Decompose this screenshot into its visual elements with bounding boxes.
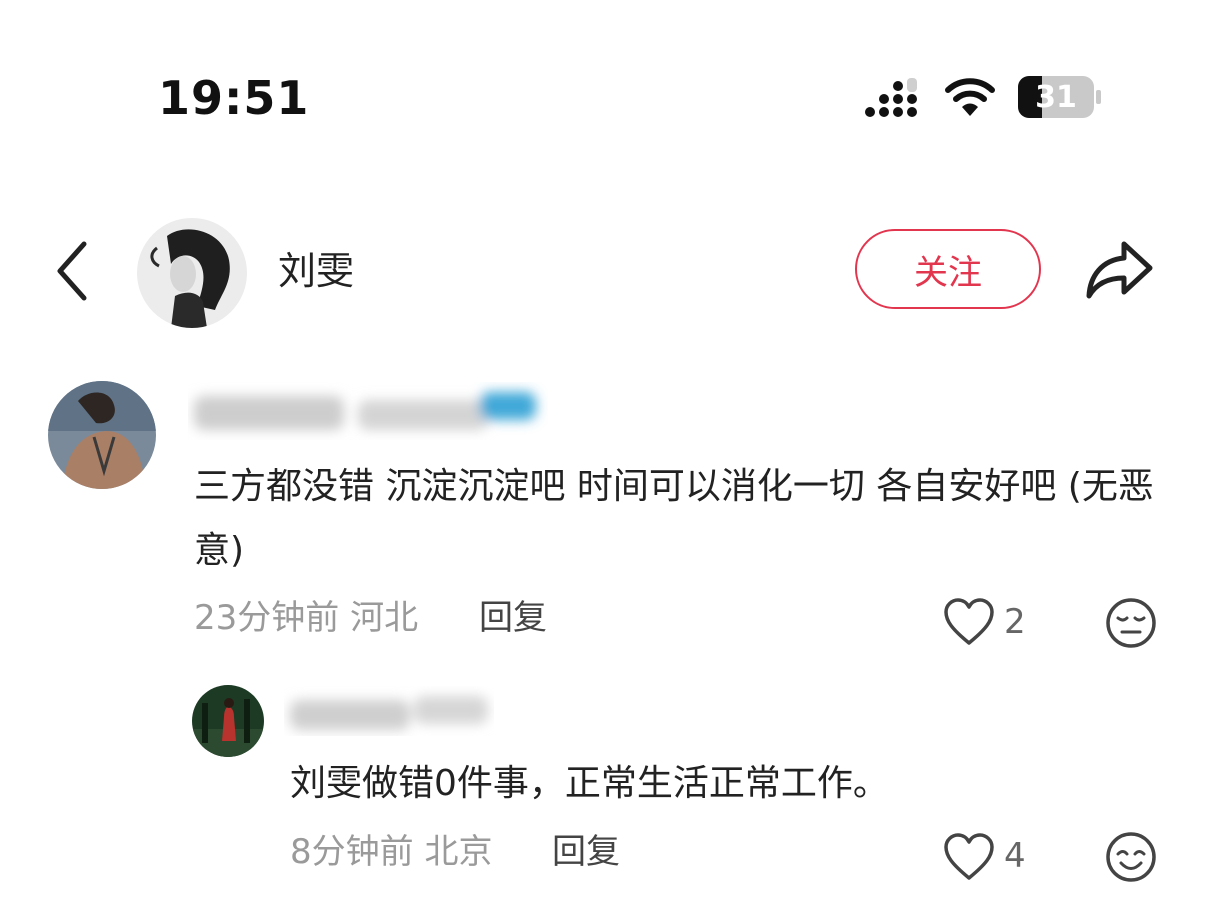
reply-reply-button[interactable]: 回复 — [552, 828, 620, 876]
battery-level: 31 — [1035, 79, 1077, 115]
reply-avatar[interactable] — [192, 685, 264, 757]
blurred-reply-username — [290, 696, 488, 730]
commenter-avatar[interactable] — [48, 381, 156, 489]
battery-icon: 31 — [1018, 76, 1102, 118]
follow-button[interactable]: 关注 — [855, 229, 1041, 309]
heart-icon[interactable] — [942, 597, 996, 647]
comment-text: 三方都没错 沉淀沉淀吧 时间可以消化一切 各自安好吧 (无恶意) — [194, 466, 1154, 571]
reply-text: 刘雯做错0件事，正常生活正常工作。 — [290, 763, 889, 804]
signal-icon — [865, 78, 917, 117]
reply-location: 北京 — [424, 832, 493, 872]
status-time: 19:51 — [158, 71, 310, 125]
reply-meta: 8分钟前 北京 — [290, 828, 492, 876]
header-avatar[interactable] — [137, 218, 247, 328]
share-icon[interactable] — [1084, 236, 1156, 302]
blurred-username — [194, 392, 536, 430]
comment-time: 23分钟前 — [194, 598, 340, 638]
back-chevron-icon[interactable] — [52, 238, 96, 304]
emoji-reaction-icon[interactable] — [1104, 596, 1158, 650]
comment-meta: 23分钟前 河北 — [194, 594, 418, 642]
reply-like-count: 4 — [1004, 836, 1026, 876]
comment-location: 河北 — [350, 598, 419, 638]
heart-icon[interactable] — [942, 832, 996, 882]
wifi-icon — [945, 78, 995, 116]
reply-time: 8分钟前 — [290, 832, 414, 872]
emoji-smile-icon[interactable] — [1104, 830, 1158, 884]
header-username[interactable]: 刘雯 — [278, 244, 354, 298]
comment-like-count: 2 — [1004, 602, 1026, 642]
comment-reply-button[interactable]: 回复 — [479, 594, 547, 642]
